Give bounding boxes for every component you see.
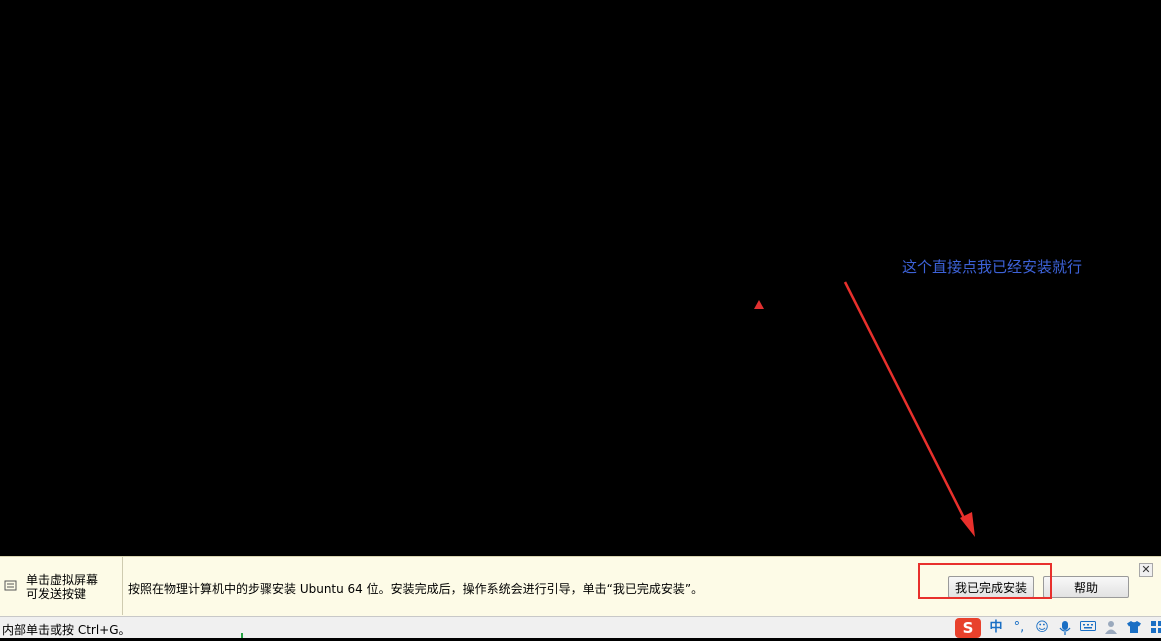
microphone-icon[interactable] [1057,620,1073,636]
highlight-box [918,563,1052,599]
annotation-text: 这个直接点我已经安装就行 [902,258,1083,276]
user-icon[interactable] [1103,620,1119,636]
help-button[interactable]: 帮助 [1043,576,1129,598]
vm-screen[interactable]: 这个直接点我已经安装就行 [0,0,1161,556]
keyboard-tray-icon[interactable] [1080,620,1096,636]
punctuation-icon[interactable]: °, [1011,620,1027,636]
click-screen-hint: 单击虚拟屏幕 可发送按键 [26,573,98,601]
click-screen-hint-line1: 单击虚拟屏幕 [26,573,99,587]
ime-mode-icon[interactable]: 中 [988,620,1004,636]
grid-icon[interactable] [1149,620,1161,636]
status-indicator [241,633,243,638]
ime-tray: S 中 °, ☺ [955,617,1161,639]
smiley-icon[interactable]: ☺ [1034,620,1050,636]
keyboard-icon [4,580,17,591]
click-screen-hint-line2: 可发送按键 [26,587,87,601]
cursor-marker [754,300,764,309]
status-text: 内部单击或按 Ctrl+G。 [2,623,131,637]
sogou-icon[interactable]: S [955,618,981,638]
status-bar: 内部单击或按 Ctrl+G。 S 中 °, ☺ [0,616,1161,638]
close-icon[interactable]: ✕ [1139,563,1153,577]
shirt-icon[interactable] [1126,620,1142,636]
hint-left-panel[interactable]: 单击虚拟屏幕 可发送按键 [0,557,123,615]
install-instructions: 按照在物理计算机中的步骤安装 Ubuntu 64 位。安装完成后，操作系统会进行… [128,582,704,596]
